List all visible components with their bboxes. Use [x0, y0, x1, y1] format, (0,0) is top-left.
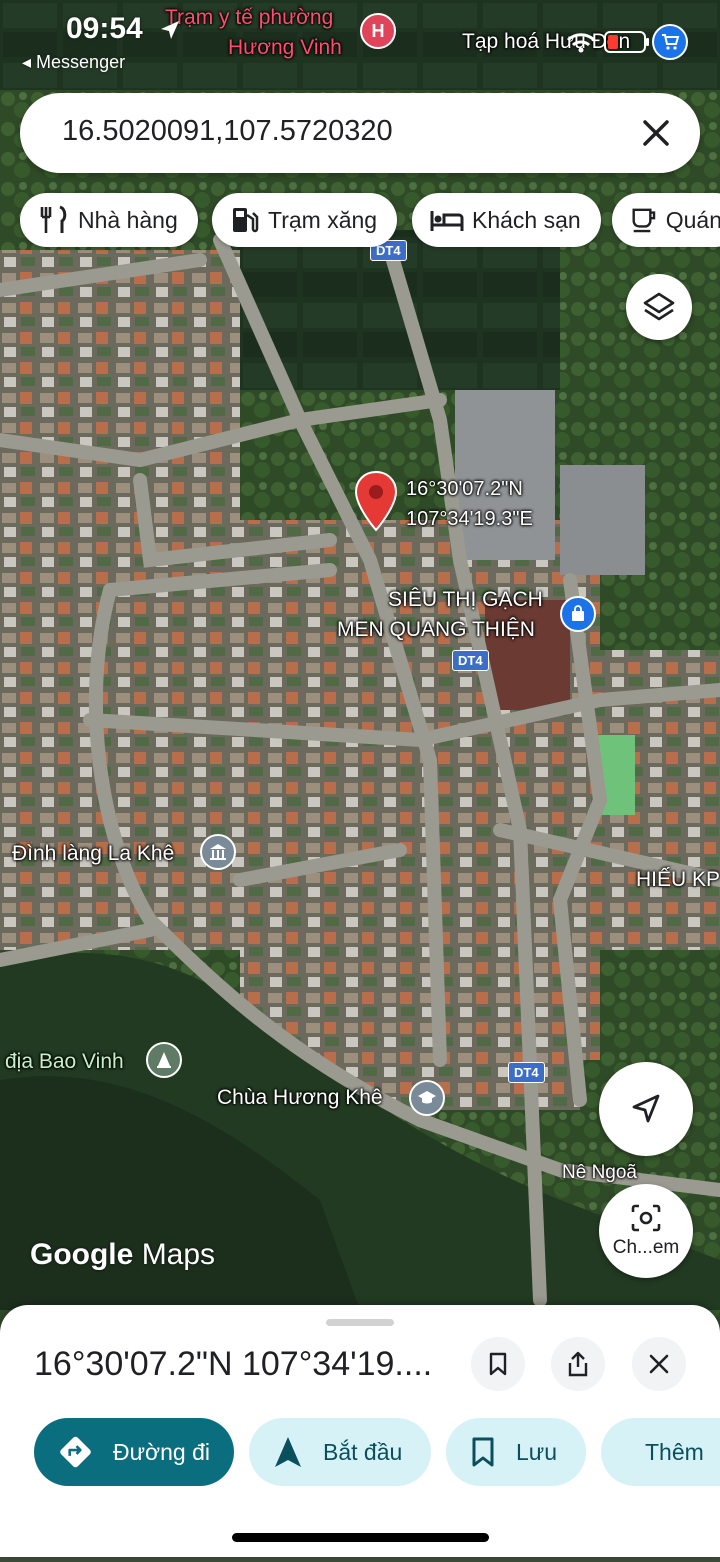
search-input[interactable]: 16.5020091,107.5720320: [62, 115, 393, 148]
chip-label: Trạm xăng: [268, 206, 378, 233]
layers-icon: [643, 292, 675, 321]
school-icon[interactable]: [409, 1080, 445, 1116]
back-to-messenger[interactable]: ◂ Messenger: [22, 52, 125, 73]
gas-station-icon: [233, 208, 259, 233]
map-label-health-station[interactable]: Trạm y tế phường: [165, 6, 333, 30]
save-action-button[interactable]: Lưu: [446, 1418, 586, 1486]
wifi-icon: [566, 33, 596, 53]
chip-hotels[interactable]: Khách sạn: [412, 193, 601, 247]
bookmark-icon: [472, 1437, 494, 1467]
place-title: 16°30'07.2"N 107°34'19....: [34, 1345, 433, 1383]
map-label-cemetery[interactable]: địa Bao Vinh: [5, 1050, 124, 1074]
add-button[interactable]: Thêm: [601, 1418, 720, 1486]
chip-cafes[interactable]: Quán: [612, 193, 720, 247]
chip-label: Nhà hàng: [78, 206, 178, 233]
map-label-village-hall[interactable]: Đình làng La Khê: [12, 842, 174, 866]
layers-button[interactable]: [626, 274, 692, 340]
map-label-tile-store-line2[interactable]: MEN QUANG THIỆN: [337, 618, 535, 642]
shopping-bag-icon[interactable]: [560, 596, 596, 632]
save-button[interactable]: [471, 1337, 525, 1391]
hospital-icon[interactable]: H: [360, 13, 396, 49]
google-logo-text: Google: [30, 1238, 134, 1271]
location-pin-icon[interactable]: [353, 470, 399, 532]
chip-label: Khách sạn: [472, 206, 581, 233]
chip-gas-stations[interactable]: Trạm xăng: [212, 193, 398, 247]
close-sheet-button[interactable]: [632, 1337, 686, 1391]
add-label: Thêm: [645, 1438, 704, 1465]
road-shield-dt4: DT4: [452, 650, 489, 671]
cemetery-icon[interactable]: [146, 1042, 182, 1078]
cafe-icon: [632, 208, 656, 233]
search-bar[interactable]: 16.5020091,107.5720320: [20, 93, 700, 173]
bookmark-icon: [489, 1352, 507, 1376]
start-label: Bắt đầu: [323, 1438, 403, 1465]
close-icon: [649, 1354, 669, 1374]
maps-logo-text: Maps: [141, 1238, 216, 1271]
location-arrow-icon: [161, 21, 179, 39]
chip-restaurants[interactable]: Nhà hàng: [20, 193, 198, 247]
directions-button[interactable]: Đường đi: [34, 1418, 234, 1486]
hotel-icon: [430, 211, 464, 231]
pin-latitude-label: 16°30'07.2"N: [406, 478, 523, 500]
status-time: 09:54: [66, 12, 143, 45]
lens-label: Ch...em: [612, 1237, 680, 1258]
my-location-button[interactable]: [599, 1062, 693, 1156]
map-label-hieu[interactable]: HIẾU KP: [636, 868, 720, 892]
navigation-arrow-icon: [275, 1437, 301, 1467]
chip-label: Quán: [665, 206, 720, 233]
directions-icon: [60, 1436, 91, 1468]
battery-icon: [604, 31, 649, 53]
navigation-arrow-icon: [632, 1094, 660, 1123]
restaurant-icon: [40, 205, 67, 233]
bottom-sheet[interactable]: 16°30'07.2"N 107°34'19.... Đường đi Bắt …: [0, 1305, 720, 1557]
sheet-drag-handle[interactable]: [326, 1319, 394, 1326]
map-label-health-station-line2[interactable]: Hương Vinh: [228, 36, 342, 60]
lens-button[interactable]: Ch...em: [599, 1184, 693, 1278]
close-icon[interactable]: [634, 111, 678, 155]
map-label-tile-store[interactable]: SIÊU THỊ GẠCH: [388, 588, 543, 612]
home-indicator: [232, 1533, 489, 1542]
pin-longitude-label: 107°34'19.3"E: [406, 508, 533, 530]
google-maps-logo: Google Maps: [30, 1238, 215, 1272]
share-icon: [568, 1351, 588, 1377]
directions-label: Đường đi: [113, 1438, 210, 1465]
start-button[interactable]: Bắt đầu: [249, 1418, 431, 1486]
save-label: Lưu: [516, 1438, 557, 1465]
shopping-cart-icon[interactable]: [652, 24, 688, 60]
road-shield-dt4: DT4: [508, 1062, 545, 1083]
map-label-pagoda[interactable]: Chùa Hương Khê: [217, 1086, 383, 1110]
share-button[interactable]: [551, 1337, 605, 1391]
temple-icon[interactable]: [200, 834, 236, 870]
camera-lens-icon: [631, 1204, 661, 1232]
map-label-ne-ngoa[interactable]: Nê Ngoã: [562, 1162, 637, 1184]
